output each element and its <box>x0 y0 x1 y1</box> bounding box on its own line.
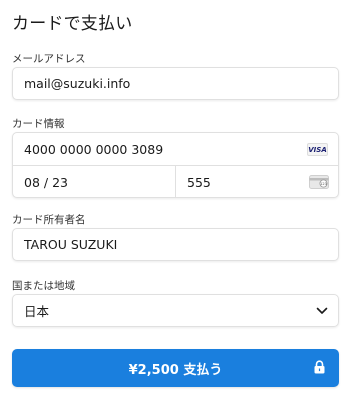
card-info-label: カード情報 <box>12 118 65 130</box>
visa-icon: VISA <box>307 143 328 156</box>
chevron-down-icon <box>316 307 328 314</box>
card-info-group: 4000 0000 0000 3089 VISA 08 / 23 555 123 <box>12 132 339 198</box>
card-expiry-value: 08 / 23 <box>24 174 68 190</box>
cardholder-label: カード所有者名 <box>12 214 86 226</box>
card-expiry-field[interactable]: 08 / 23 <box>13 166 176 198</box>
pay-button-label: ¥2,500 支払う <box>128 362 223 378</box>
email-field[interactable]: mail@suzuki.info <box>12 67 339 100</box>
country-select[interactable]: 日本 <box>12 294 339 327</box>
country-label: 国または地域 <box>12 280 75 292</box>
cardholder-name-field[interactable]: TAROU SUZUKI <box>12 228 339 261</box>
card-number-field[interactable]: 4000 0000 0000 3089 <box>13 133 338 166</box>
lock-icon <box>314 360 325 374</box>
pay-button[interactable]: ¥2,500 支払う <box>12 349 339 387</box>
card-cvc-field[interactable]: 555 123 <box>176 166 339 198</box>
card-cvc-value: 555 <box>187 174 211 190</box>
page-title: カードで支払い <box>12 14 133 34</box>
country-select-value: 日本 <box>24 304 50 319</box>
card-number-value: 4000 0000 0000 3089 <box>24 141 164 157</box>
email-label: メールアドレス <box>12 53 86 65</box>
svg-text:123: 123 <box>320 182 327 186</box>
cvc-card-icon: 123 <box>309 175 329 189</box>
